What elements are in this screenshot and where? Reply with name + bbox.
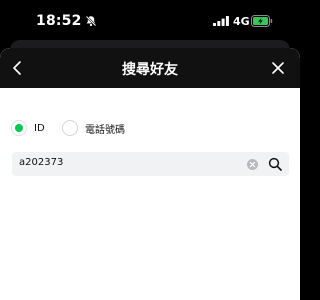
close-icon[interactable] [270,60,286,76]
radio-button-phone[interactable] [62,120,78,136]
battery-charging-icon [251,15,273,27]
clear-circle-icon[interactable] [247,159,258,170]
search-input-value[interactable]: a202373 [19,157,63,168]
radio-label-phone: 電話號碼 [85,124,125,136]
nav-bar: 搜尋好友 [0,48,300,88]
bell-slash-icon [85,15,97,27]
radio-button-id[interactable] [11,120,27,136]
radio-option-phone[interactable]: 電話號碼 [62,118,125,138]
radio-selected-dot [15,124,23,132]
page-title: 搜尋好友 [122,62,178,78]
radio-option-id[interactable]: ID [11,118,45,138]
radio-label-id: ID [34,122,45,134]
network-label: 4G [233,15,250,28]
status-time: 18:52 [36,13,82,29]
signal-bars-icon [213,16,229,26]
search-icon[interactable] [268,157,282,171]
status-bar: 18:52 4G [0,0,300,44]
